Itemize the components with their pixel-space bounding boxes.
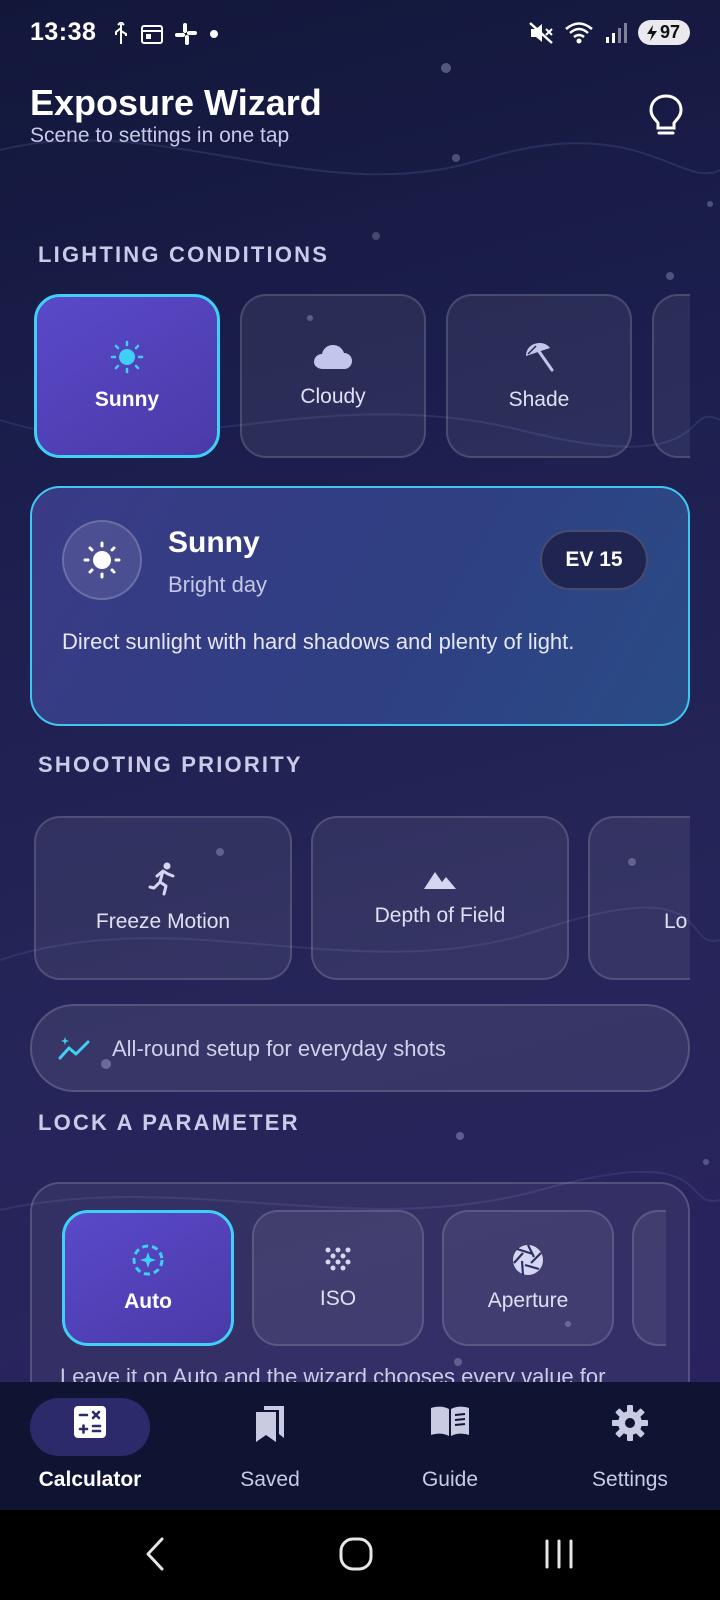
lock-options-scroller[interactable]: Auto ISO Aperture	[62, 1210, 666, 1350]
nav-label: Settings	[592, 1468, 668, 1491]
running-person-icon	[148, 862, 175, 896]
lock-option-label: Auto	[124, 1290, 172, 1313]
lighting-options-scroller[interactable]: Sunny Cloudy Shade	[34, 294, 690, 460]
lighting-option-label: Shade	[508, 388, 570, 411]
home-icon[interactable]	[338, 1536, 374, 1572]
battery-level: 97	[659, 22, 680, 42]
priority-option-low-light[interactable]: Lo	[588, 816, 690, 980]
nav-item-calculator[interactable]: Calculator	[0, 1382, 180, 1510]
section-shooting-priority: SHOOTING PRIORITY	[38, 752, 303, 777]
status-bar: 13:38 97	[0, 0, 720, 68]
lock-option-iso[interactable]: ISO	[252, 1210, 424, 1346]
lock-option-label: ISO	[319, 1287, 357, 1310]
signal-icon	[605, 22, 627, 43]
aperture-icon	[513, 1244, 543, 1276]
priority-option-label: Freeze Motion	[95, 910, 231, 933]
nav-label: Guide	[421, 1468, 479, 1491]
nav-label: Calculator	[38, 1468, 142, 1491]
sun-icon	[83, 541, 121, 579]
book-icon	[431, 1406, 469, 1436]
battery-indicator: 97	[637, 20, 690, 45]
lighting-option-more[interactable]	[652, 294, 690, 458]
nav-item-saved[interactable]: Saved	[180, 1382, 360, 1510]
lighting-option-label: Cloudy	[300, 385, 366, 408]
lighting-option-label: Sunny	[94, 388, 160, 411]
priority-options-scroller[interactable]: Freeze Motion Depth of Field Lo	[34, 816, 690, 982]
priority-option-freeze-motion[interactable]: Freeze Motion	[34, 816, 292, 980]
lighting-option-cloudy[interactable]: Cloudy	[240, 294, 426, 458]
mute-icon	[529, 21, 553, 44]
condition-name: Sunny	[168, 526, 260, 559]
tips-button[interactable]	[646, 92, 686, 140]
sun-icon	[110, 340, 144, 374]
nav-label: Saved	[240, 1468, 300, 1491]
condition-description: Direct sunlight with hard shadows and pl…	[62, 629, 575, 654]
back-icon[interactable]	[140, 1536, 170, 1572]
recent-apps-icon[interactable]	[542, 1536, 576, 1572]
bottom-navigation: Calculator Saved Guide Settings	[0, 1382, 720, 1510]
status-time: 13:38	[30, 18, 97, 46]
bookmarks-icon	[256, 1406, 284, 1442]
trend-sparkle-icon	[58, 1037, 90, 1060]
section-lock-parameter: LOCK A PARAMETER	[38, 1110, 300, 1135]
system-navigation-bar	[0, 1510, 720, 1600]
section-lighting-conditions: LIGHTING CONDITIONS	[38, 242, 330, 267]
priority-option-label: Lo	[664, 910, 688, 933]
lighting-option-shade[interactable]: Shade	[446, 294, 632, 458]
page-title: Exposure Wizard	[30, 82, 322, 123]
usb-icon	[115, 22, 127, 44]
calculator-icon	[74, 1406, 106, 1438]
lock-option-more[interactable]	[632, 1210, 666, 1346]
iso-dots-icon	[325, 1247, 351, 1271]
charging-bolt-icon	[646, 24, 657, 41]
priority-hint-text: All-round setup for everyday shots	[112, 1036, 446, 1061]
priority-hint: All-round setup for everyday shots	[30, 1004, 690, 1092]
umbrella-icon	[526, 343, 554, 372]
notification-dot-icon	[210, 30, 218, 38]
priority-option-label: Depth of Field	[374, 904, 506, 927]
lightbulb-icon	[649, 94, 683, 135]
lock-option-aperture[interactable]: Aperture	[442, 1210, 614, 1346]
condition-icon-badge	[62, 520, 142, 600]
page-subtitle: Scene to settings in one tap	[30, 124, 290, 147]
condition-details-card: Sunny Bright day EV 15 Direct sunlight w…	[30, 486, 690, 726]
nav-item-settings[interactable]: Settings	[540, 1382, 720, 1510]
cloud-icon	[314, 345, 352, 369]
nav-item-guide[interactable]: Guide	[360, 1382, 540, 1510]
lock-option-label: Aperture	[487, 1289, 569, 1312]
condition-subtitle: Bright day	[168, 572, 268, 597]
auto-sparkle-icon	[132, 1244, 164, 1276]
lighting-option-sunny[interactable]: Sunny	[34, 294, 220, 458]
slack-icon	[175, 23, 197, 45]
wifi-icon	[565, 21, 593, 43]
gear-icon	[612, 1405, 648, 1441]
lock-option-auto[interactable]: Auto	[62, 1210, 234, 1346]
mountains-icon	[424, 872, 456, 889]
ev-badge: EV 15	[540, 530, 648, 590]
calendar-icon	[141, 25, 163, 44]
priority-option-depth-of-field[interactable]: Depth of Field	[311, 816, 569, 980]
